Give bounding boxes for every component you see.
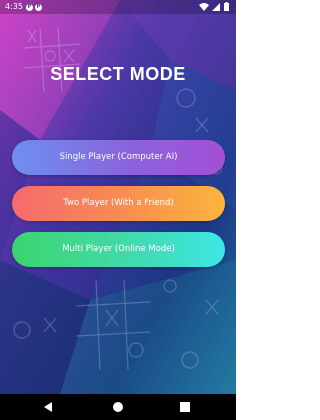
two-player-button[interactable]: Two Player (With a Friend)	[12, 186, 225, 221]
wifi-icon	[199, 3, 209, 11]
battery-icon	[224, 2, 229, 11]
multi-player-button[interactable]: Multi Player (Online Mode)	[12, 232, 225, 267]
status-time: 4:35	[5, 2, 23, 11]
home-icon[interactable]	[103, 394, 133, 420]
status-icons	[199, 2, 229, 11]
select-mode-screen: 4:35 P P SELECT MODE Single Player (Comp…	[0, 0, 236, 420]
back-icon[interactable]	[33, 394, 63, 420]
single-player-button[interactable]: Single Player (Computer AI)	[12, 140, 225, 175]
recents-icon[interactable]	[170, 394, 200, 420]
signal-icon	[212, 3, 220, 11]
page-title: SELECT MODE	[50, 64, 186, 84]
app-notification-icon: P	[35, 3, 42, 11]
navigation-bar	[0, 394, 236, 420]
status-bar: 4:35 P P	[0, 0, 236, 14]
app-notification-icon: P	[26, 3, 33, 11]
